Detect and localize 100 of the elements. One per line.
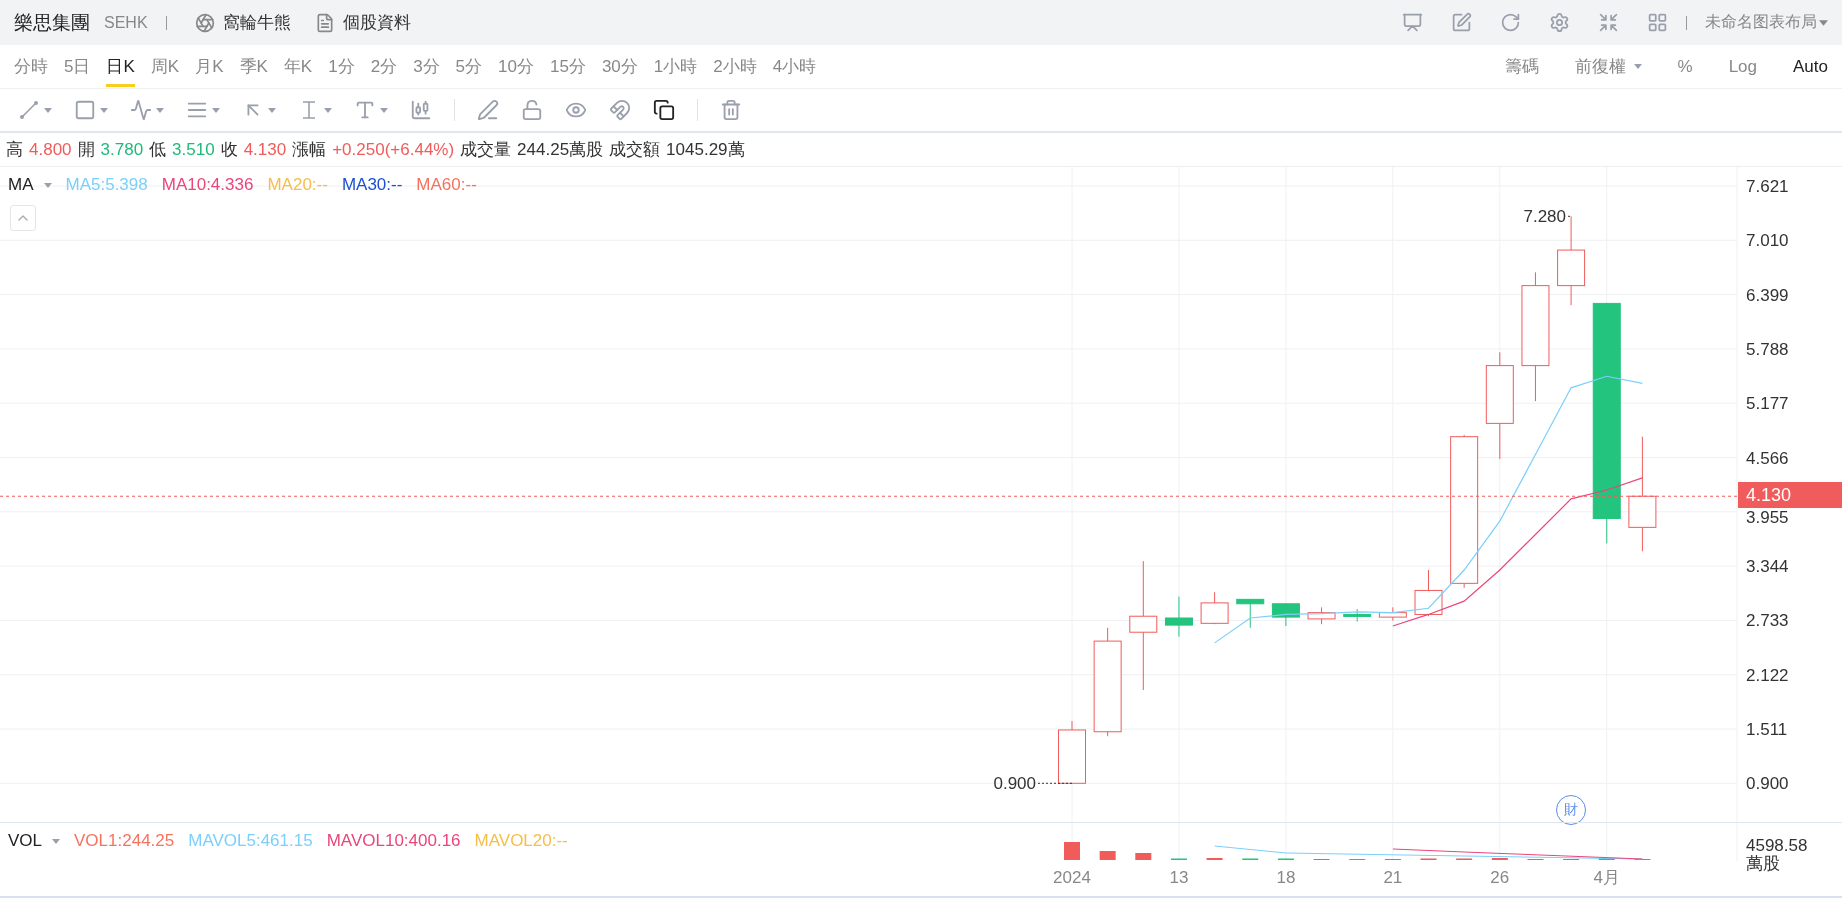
- layout-dropdown[interactable]: 未命名图表布局: [1705, 12, 1828, 33]
- date-label: 13: [1169, 868, 1189, 887]
- line-tool[interactable]: [18, 99, 52, 121]
- layer-tool[interactable]: [653, 99, 675, 121]
- period-tab[interactable]: 15分: [550, 46, 586, 87]
- text-tool[interactable]: [354, 99, 388, 121]
- period-tab[interactable]: 1小時: [653, 46, 698, 87]
- candle: [1164, 596, 1193, 638]
- caret-icon: [52, 838, 61, 844]
- quote-label: 成交額: [609, 139, 661, 161]
- volume-bar: [1099, 851, 1116, 860]
- rectangle-tool[interactable]: [74, 99, 108, 121]
- date-label: 2024: [1053, 868, 1091, 887]
- header-link[interactable]: 窩輪牛熊: [194, 11, 291, 34]
- period-tab[interactable]: 分時: [14, 46, 48, 87]
- period-tab[interactable]: 4小時: [772, 46, 817, 87]
- caret-icon: [1633, 64, 1642, 69]
- caret-icon: [43, 182, 52, 188]
- price-axis-label: 3.344: [1746, 557, 1789, 577]
- pattern-tool[interactable]: [130, 99, 164, 121]
- period-tab[interactable]: 5分: [455, 46, 483, 87]
- grid-icon[interactable]: [1647, 12, 1668, 33]
- collapse-button[interactable]: [10, 205, 36, 231]
- period-tab[interactable]: 月K: [195, 46, 224, 87]
- leader-line: [1567, 215, 1572, 217]
- period-tab[interactable]: 日K: [106, 46, 135, 87]
- refresh-icon[interactable]: [1500, 12, 1521, 33]
- stock-name: 樂思集團: [14, 10, 90, 35]
- chart-option[interactable]: Auto: [1793, 56, 1828, 77]
- volume-value: MAVOL5:461.15: [188, 831, 313, 851]
- price-axis-label: 1.511: [1746, 720, 1788, 739]
- low-price-label: 0.900: [993, 774, 1036, 794]
- price-axis-label: 2.733: [1746, 611, 1789, 631]
- date-label: 4月: [1593, 868, 1620, 887]
- ma-value: MA30:--: [341, 175, 403, 195]
- ma-value: MA60:--: [416, 175, 477, 195]
- shrink-icon[interactable]: [1598, 12, 1619, 33]
- price-axis-label: 2.122: [1746, 665, 1789, 685]
- quote-label: 漲幅: [292, 139, 327, 161]
- chart-option[interactable]: Log: [1728, 56, 1757, 77]
- trash-icon: [720, 99, 742, 121]
- header-link[interactable]: 個股資料: [314, 11, 411, 34]
- candle: [1058, 720, 1086, 784]
- caret-icon: [1819, 19, 1828, 26]
- period-tab[interactable]: 季K: [239, 46, 268, 87]
- caret-icon: [380, 107, 388, 113]
- volume-value: MAVOL20:--: [474, 831, 568, 851]
- price-axis-label: 6.399: [1746, 285, 1789, 305]
- price-axis-label: 5.788: [1746, 339, 1789, 359]
- high-price-label: 7.280: [1523, 207, 1566, 227]
- chart-option[interactable]: %: [1677, 56, 1693, 77]
- period-tab[interactable]: 30分: [601, 46, 638, 87]
- price-axis-label: 0.900: [1746, 774, 1789, 794]
- ma-value: MA5:5.398: [65, 175, 148, 195]
- period-tab[interactable]: 年K: [283, 46, 313, 87]
- indicator-dropdown[interactable]: VOL: [8, 831, 61, 851]
- magnet-tool[interactable]: [609, 99, 631, 121]
- candle: [1307, 606, 1336, 625]
- caret-icon: [268, 107, 276, 113]
- pen-icon: [477, 99, 499, 121]
- event-badge[interactable]: 財: [1556, 795, 1587, 825]
- quote-label: 成交量: [460, 139, 512, 161]
- quote-value: 244.25萬股: [517, 139, 604, 161]
- caret-icon: [100, 107, 108, 113]
- chart-screen-icon[interactable]: [1402, 12, 1423, 33]
- price-axis-label: 7.621: [1746, 177, 1789, 196]
- settings-icon[interactable]: [1549, 12, 1570, 33]
- price-axis-label: 7.010: [1746, 231, 1789, 251]
- price-axis-label: 5.177: [1746, 394, 1789, 414]
- quote-value: 3.780: [100, 139, 144, 160]
- indicator-dropdown[interactable]: MA: [8, 175, 52, 195]
- date-label: 21: [1383, 868, 1403, 887]
- volume-value: VOL1:244.25: [74, 831, 175, 851]
- caret-icon: [44, 107, 52, 113]
- chart-option[interactable]: 前復權: [1574, 55, 1642, 78]
- quote-label: 收: [220, 139, 238, 161]
- volume-axis-label: 4598.58: [1746, 837, 1808, 854]
- indicator-tool[interactable]: [410, 99, 432, 121]
- delete-tool[interactable]: [720, 99, 742, 121]
- unlock-icon: [521, 99, 543, 121]
- volume-value: MAVOL10:400.16: [326, 831, 461, 851]
- period-tab[interactable]: 1分: [328, 46, 355, 87]
- period-tab[interactable]: 2小時: [713, 46, 757, 87]
- period-tab[interactable]: 3分: [413, 46, 440, 87]
- edit-icon[interactable]: [1451, 12, 1472, 33]
- period-tab[interactable]: 5日: [64, 46, 91, 87]
- period-tab[interactable]: 10分: [498, 46, 534, 87]
- lock-tool[interactable]: [521, 99, 543, 121]
- chart-option[interactable]: 籌碼: [1504, 55, 1539, 78]
- quote-label: 低: [149, 139, 167, 161]
- leader-line: [1037, 782, 1073, 784]
- overlap-squares-icon: [653, 99, 675, 121]
- volume-bar: [1135, 853, 1152, 860]
- candle: [1200, 591, 1229, 625]
- pen-tool[interactable]: [477, 99, 499, 121]
- caret-icon: [324, 107, 332, 113]
- period-tab[interactable]: 周K: [150, 46, 180, 87]
- square-icon: [74, 99, 96, 121]
- period-tab[interactable]: 2分: [370, 46, 398, 87]
- candle: [1414, 569, 1443, 617]
